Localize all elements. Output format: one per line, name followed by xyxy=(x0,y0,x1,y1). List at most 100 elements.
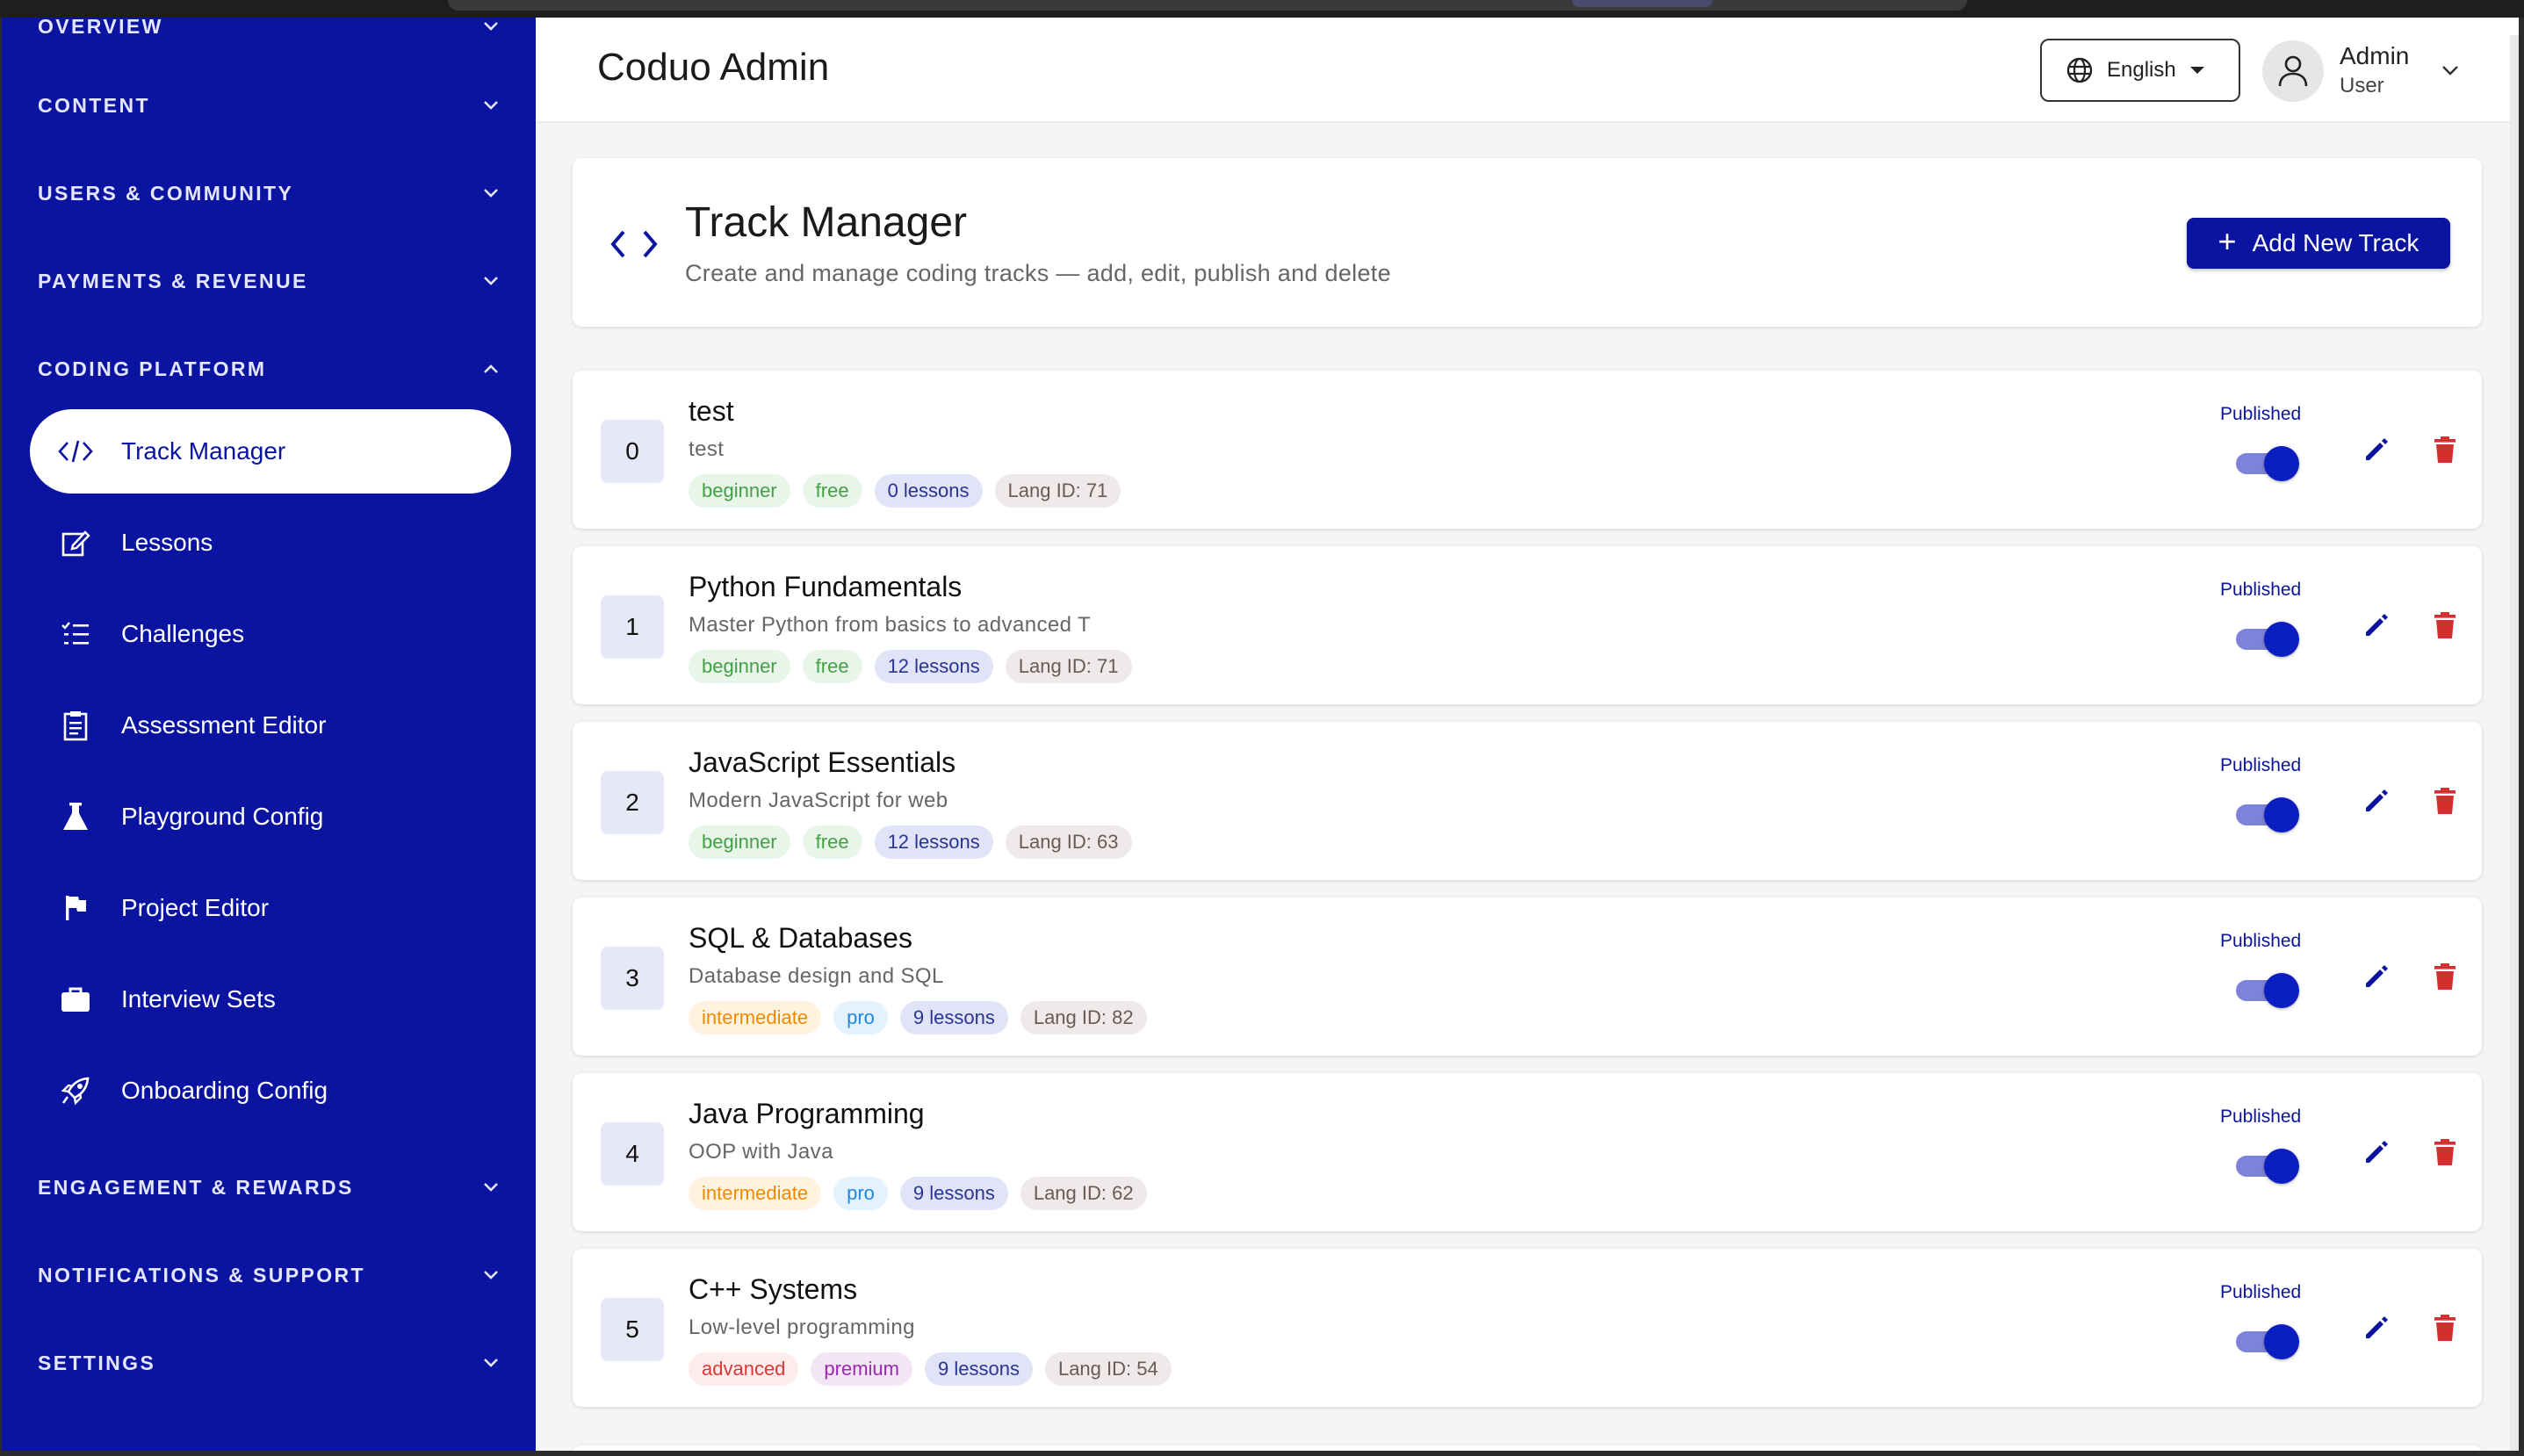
publish-toggle[interactable] xyxy=(2232,444,2299,481)
avatar[interactable] xyxy=(2262,40,2324,102)
sidebar-item-track-manager[interactable]: Track Manager xyxy=(30,409,511,494)
sidebar-section-users-community[interactable]: USERS & COMMUNITY xyxy=(2,167,536,220)
sidebar-section-label: USERS & COMMUNITY xyxy=(38,181,294,205)
edit-track-button[interactable] xyxy=(2359,959,2394,994)
code-icon xyxy=(609,227,659,262)
sidebar-item-assessment-editor[interactable]: Assessment Editor xyxy=(30,683,511,768)
browser-top-strip xyxy=(0,0,2524,18)
sidebar-item-label: Challenges xyxy=(121,620,245,647)
pencil-icon xyxy=(2366,438,2388,460)
add-new-track-button[interactable]: + Add New Track xyxy=(2187,218,2450,269)
sidebar: OVERVIEW CONTENT USERS & COMMUNITY PAYME… xyxy=(2,18,536,1451)
plan-chip: free xyxy=(802,825,862,859)
delete-track-button[interactable] xyxy=(2427,783,2463,818)
sidebar-item-project-editor[interactable]: Project Editor xyxy=(30,866,511,950)
publish-status-label: Published xyxy=(2220,404,2302,424)
track-order-badge: 1 xyxy=(601,595,664,659)
plan-chip: free xyxy=(802,474,862,508)
chevron-down-icon[interactable] xyxy=(2440,60,2461,81)
lang-chip: Lang ID: 63 xyxy=(1005,825,1132,859)
plus-icon: + xyxy=(2218,223,2237,259)
app-title: Coduo Admin xyxy=(597,46,830,89)
delete-track-button[interactable] xyxy=(2427,608,2463,643)
language-selector[interactable]: English xyxy=(2040,39,2240,102)
publish-toggle[interactable] xyxy=(2232,1323,2299,1359)
sidebar-item-challenges[interactable]: Challenges xyxy=(30,592,511,676)
track-description: OOP with Java xyxy=(689,1140,833,1164)
edit-track-button[interactable] xyxy=(2359,432,2394,467)
briefcase-icon xyxy=(56,980,95,1019)
delete-track-button[interactable] xyxy=(2427,1135,2463,1170)
delete-track-button[interactable] xyxy=(2427,1310,2463,1345)
code-icon xyxy=(56,432,95,471)
track-chips: beginner free 0 lessons Lang ID: 71 xyxy=(689,474,1121,508)
sidebar-item-label: Onboarding Config xyxy=(121,1077,328,1104)
lang-chip: Lang ID: 54 xyxy=(1044,1352,1172,1386)
checklist-icon xyxy=(56,615,95,653)
level-chip: beginner xyxy=(689,650,790,683)
track-row: 1 Python Fundamentals Master Python from… xyxy=(573,546,2482,704)
globe-icon xyxy=(2065,55,2095,85)
user-name: Admin xyxy=(2340,42,2410,69)
sidebar-item-interview-sets[interactable]: Interview Sets xyxy=(30,957,511,1042)
trash-icon xyxy=(2434,788,2455,814)
track-title: test xyxy=(689,395,734,427)
user-icon xyxy=(2278,55,2308,87)
sidebar-section-settings[interactable]: SETTINGS xyxy=(2,1337,536,1389)
browser-top-bar xyxy=(448,0,1967,11)
sidebar-section-payments-revenue[interactable]: PAYMENTS & REVENUE xyxy=(2,255,536,307)
lang-chip: Lang ID: 71 xyxy=(994,474,1121,508)
lessons-chip: 12 lessons xyxy=(874,650,993,683)
publish-status-label: Published xyxy=(2220,1106,2302,1127)
sidebar-item-playground-config[interactable]: Playground Config xyxy=(30,775,511,859)
track-description: Master Python from basics to advanced T xyxy=(689,613,1092,637)
publish-status-label: Published xyxy=(2220,580,2302,600)
track-chips: beginner free 12 lessons Lang ID: 63 xyxy=(689,825,1132,859)
sidebar-section-notifications-support[interactable]: NOTIFICATIONS & SUPPORT xyxy=(2,1249,536,1301)
lessons-chip: 12 lessons xyxy=(874,825,993,859)
track-order-badge: 4 xyxy=(601,1122,664,1186)
scrollbar-track[interactable] xyxy=(2510,35,2519,1451)
page-title: Track Manager xyxy=(685,199,967,246)
flag-icon xyxy=(56,889,95,927)
pencil-icon xyxy=(2366,965,2388,987)
level-chip: beginner xyxy=(689,474,790,508)
trash-icon xyxy=(2434,1315,2455,1341)
chevron-down-icon xyxy=(481,1178,501,1197)
caret-down-icon xyxy=(2189,67,2204,74)
sidebar-item-lessons[interactable]: Lessons xyxy=(30,501,511,585)
track-order-badge: 2 xyxy=(601,771,664,834)
publish-toggle[interactable] xyxy=(2232,796,2299,833)
edit-track-button[interactable] xyxy=(2359,608,2394,643)
sidebar-section-engagement-rewards[interactable]: ENGAGEMENT & REWARDS xyxy=(2,1161,536,1214)
publish-toggle[interactable] xyxy=(2232,620,2299,657)
lessons-chip: 9 lessons xyxy=(899,1001,1008,1034)
sidebar-item-label: Lessons xyxy=(121,529,213,556)
sidebar-item-onboarding-config[interactable]: Onboarding Config xyxy=(30,1049,511,1133)
edit-track-button[interactable] xyxy=(2359,783,2394,818)
chevron-down-icon xyxy=(481,96,501,115)
delete-track-button[interactable] xyxy=(2427,959,2463,994)
track-title: Java Programming xyxy=(689,1098,925,1129)
publish-toggle[interactable] xyxy=(2232,1147,2299,1184)
sidebar-item-label: Interview Sets xyxy=(121,985,276,1013)
publish-toggle[interactable] xyxy=(2232,971,2299,1008)
edit-track-button[interactable] xyxy=(2359,1135,2394,1170)
pencil-icon xyxy=(2366,1316,2388,1338)
track-description: Database design and SQL xyxy=(689,964,944,988)
level-chip: beginner xyxy=(689,825,790,859)
flask-icon xyxy=(56,797,95,836)
edit-track-button[interactable] xyxy=(2359,1310,2394,1345)
sidebar-section-overview[interactable]: OVERVIEW xyxy=(2,18,536,53)
track-row: 4 Java Programming OOP with Java interme… xyxy=(573,1073,2482,1231)
sidebar-section-content[interactable]: CONTENT xyxy=(2,79,536,132)
plan-chip: premium xyxy=(811,1352,912,1386)
publish-status-label: Published xyxy=(2220,755,2302,775)
pencil-icon xyxy=(2366,789,2388,811)
sidebar-section-coding-platform[interactable]: CODING PLATFORM xyxy=(2,342,536,395)
chevron-up-icon xyxy=(481,359,501,378)
clipboard-icon xyxy=(56,706,95,745)
trash-icon xyxy=(2434,612,2455,638)
delete-track-button[interactable] xyxy=(2427,432,2463,467)
sidebar-section-label: CODING PLATFORM xyxy=(38,357,267,380)
